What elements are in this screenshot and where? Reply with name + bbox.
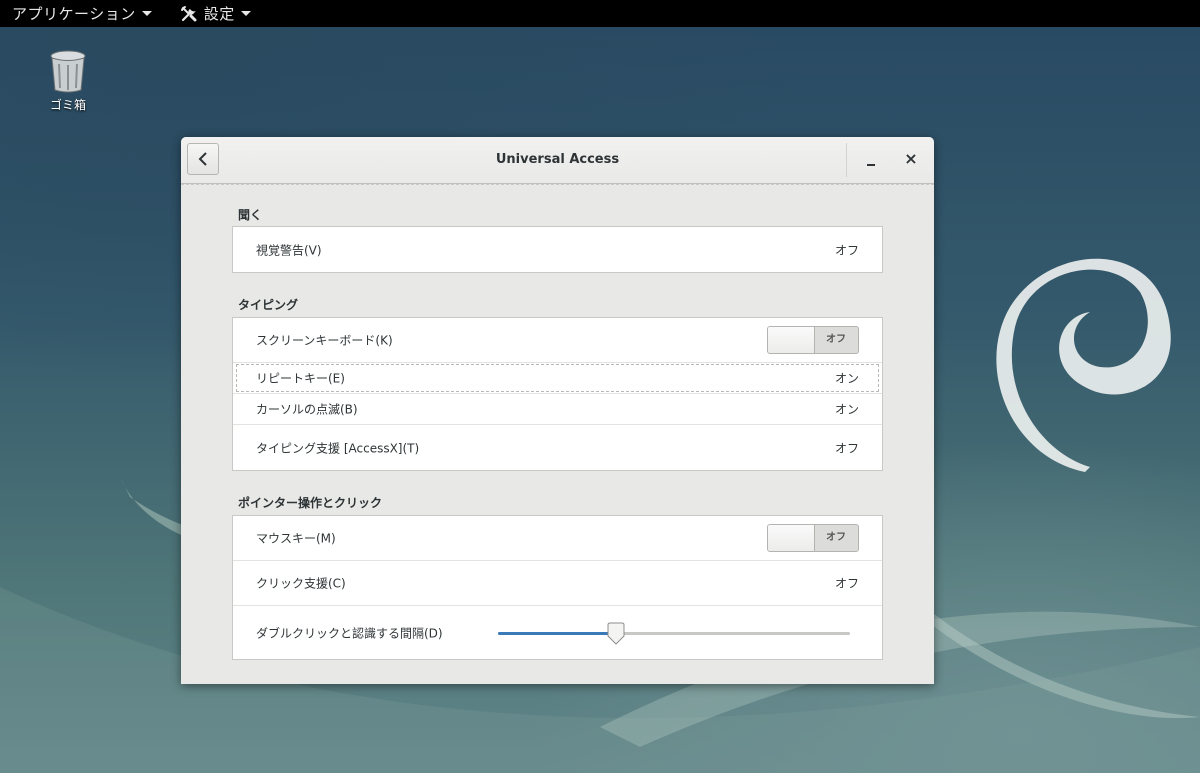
screen-keyboard-switch[interactable]: オフ <box>767 326 859 354</box>
listbox-hearing: 視覚警告(V) オフ <box>232 226 883 273</box>
mouse-keys-switch[interactable]: オフ <box>767 524 859 552</box>
close-icon: × <box>904 149 918 168</box>
switch-label: オフ <box>826 532 846 543</box>
header-bar: Universal Access × <box>181 137 934 185</box>
settings-menu-label: 設定 <box>203 5 235 23</box>
applications-menu[interactable]: アプリケーション <box>0 0 162 27</box>
settings-menu[interactable]: 設定 <box>170 0 261 27</box>
row-value: オフ <box>834 576 859 591</box>
close-button[interactable]: × <box>901 149 921 169</box>
row-typing-assist[interactable]: タイピング支援 [AccessX](T) オフ <box>233 425 882 470</box>
caret-down-icon <box>141 11 152 16</box>
row-label: タイピング支援 [AccessX](T) <box>256 441 420 455</box>
switch-knob <box>768 525 815 551</box>
window-title: Universal Access <box>495 152 620 167</box>
row-cursor-blinking[interactable]: カーソルの点滅(B) オン <box>233 394 882 425</box>
switch-label: オフ <box>826 334 846 345</box>
row-label: クリック支援(C) <box>256 576 346 591</box>
trash-label: ゴミ箱 <box>49 98 86 112</box>
double-click-delay-slider[interactable] <box>498 622 850 646</box>
row-label: リピートキー(E) <box>256 371 345 386</box>
row-label: 視覚警告(V) <box>256 243 322 257</box>
top-bar: アプリケーション 設定 <box>0 0 1200 27</box>
row-visual-alerts[interactable]: 視覚警告(V) オフ <box>233 227 882 272</box>
row-click-assist[interactable]: クリック支援(C) オフ <box>233 561 882 606</box>
section-heading-pointing: ポインター操作とクリック <box>238 496 383 510</box>
universal-access-window: Universal Access × 聞く 視覚警告(V) オフ タイピング ス… <box>181 137 934 684</box>
row-label: ダブルクリックと認識する間隔(D) <box>256 626 443 640</box>
section-heading-hearing: 聞く <box>238 208 263 222</box>
row-value: オン <box>834 402 859 417</box>
trash-icon <box>50 50 86 93</box>
row-mouse-keys[interactable]: マウスキー(M) オフ <box>233 516 882 561</box>
header-separator <box>846 143 847 177</box>
listbox-typing: スクリーンキーボード(K) オフ リピートキー(E) オン カーソルの点滅(B)… <box>232 317 883 471</box>
caret-down-icon <box>240 11 251 16</box>
row-label: カーソルの点滅(B) <box>256 402 358 417</box>
row-value: オン <box>834 371 859 386</box>
tools-icon <box>180 5 197 21</box>
slider-handle[interactable] <box>606 622 626 646</box>
switch-knob <box>768 327 815 353</box>
row-repeat-keys[interactable]: リピートキー(E) オン <box>233 363 882 394</box>
section-heading-typing: タイピング <box>238 298 299 312</box>
row-double-click-delay: ダブルクリックと認識する間隔(D) <box>233 606 882 659</box>
applications-menu-label: アプリケーション <box>12 5 136 23</box>
row-label: マウスキー(M) <box>256 531 336 546</box>
row-value: オフ <box>834 441 859 455</box>
row-label: スクリーンキーボード(K) <box>256 333 393 348</box>
slider-fill <box>498 631 616 635</box>
trash-desktop-item[interactable]: ゴミ箱 <box>40 50 96 113</box>
row-value: オフ <box>834 243 859 257</box>
minimize-button[interactable] <box>861 150 881 170</box>
row-screen-keyboard[interactable]: スクリーンキーボード(K) オフ <box>233 318 882 363</box>
listbox-pointing: マウスキー(M) オフ クリック支援(C) オフ ダブルクリックと認識する間隔(… <box>232 515 883 660</box>
